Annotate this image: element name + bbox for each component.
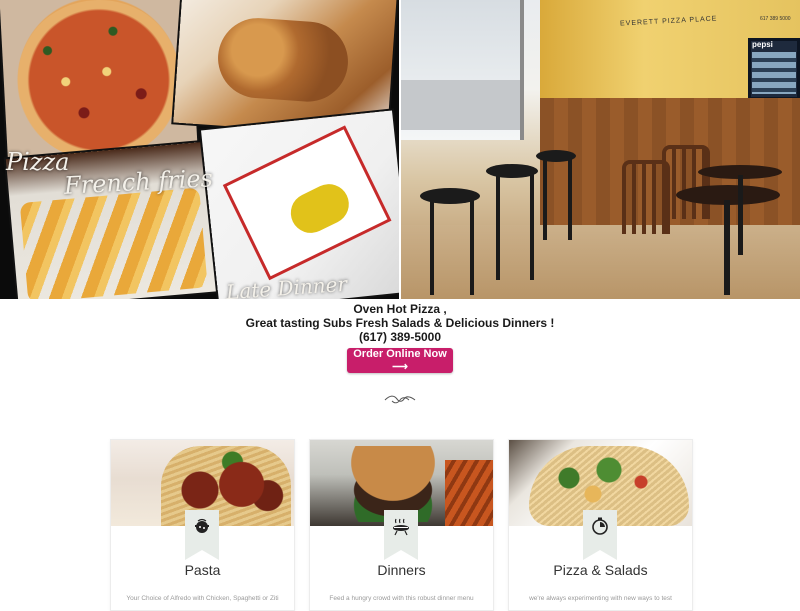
bar-stool [420,188,480,204]
card-ribbon [583,510,617,560]
hero-divider [399,0,401,299]
stool-leg [568,155,572,240]
card-title: Dinners [377,562,426,578]
pot-icon [195,518,209,533]
phone-number[interactable]: (617) 389-5000 [0,330,800,344]
stool-leg [496,170,500,280]
menu-card-dinners[interactable]: Dinners Feed a hungry crowd with this ro… [309,439,494,611]
stool-leg [543,155,547,240]
wooden-chair [662,145,710,219]
card-description: Feed a hungry crowd with this robust din… [329,595,474,602]
bar-stool [486,164,538,178]
grill-icon [393,518,409,536]
card-title: Pizza & Salads [553,562,648,578]
tagline-line-2: Great tasting Subs Fresh Salads & Delici… [245,316,555,330]
menu-card-pasta[interactable]: Pasta Your Choice of Alfredo with Chicke… [110,439,295,611]
menu-card-pizza-salads[interactable]: Pizza & Salads we're always experimentin… [508,439,693,611]
card-description: Your Choice of Alfredo with Chicken, Spa… [126,595,279,602]
tagline-line-1: Oven Hot Pizza , [353,302,447,316]
pizza-box-photo [201,110,400,299]
stool-leg [430,195,434,295]
bar-stool [536,150,576,162]
collage-label-pizza: Pizza [6,148,70,176]
food-collage-image: Pizza French fries Late Dinner [0,0,400,299]
table-leg [724,200,730,295]
restaurant-sign-phone: 617 389 5000 [760,16,791,22]
hero-banner: Pizza French fries Late Dinner EVERETT P… [0,0,800,299]
card-ribbon [185,510,219,560]
table-leg [738,175,743,255]
flourish-divider-icon [384,395,416,404]
order-online-button[interactable]: Order Online Now ⟶ [347,348,453,373]
card-title: Pasta [184,562,221,578]
stool-leg [470,195,474,295]
timer-icon [592,517,608,535]
interior-window [400,0,524,140]
card-ribbon [384,510,418,560]
stool-leg [530,170,534,280]
fridge-brand-logo: pepsi [752,40,773,49]
card-description: we're always experimenting with new ways… [529,595,672,602]
